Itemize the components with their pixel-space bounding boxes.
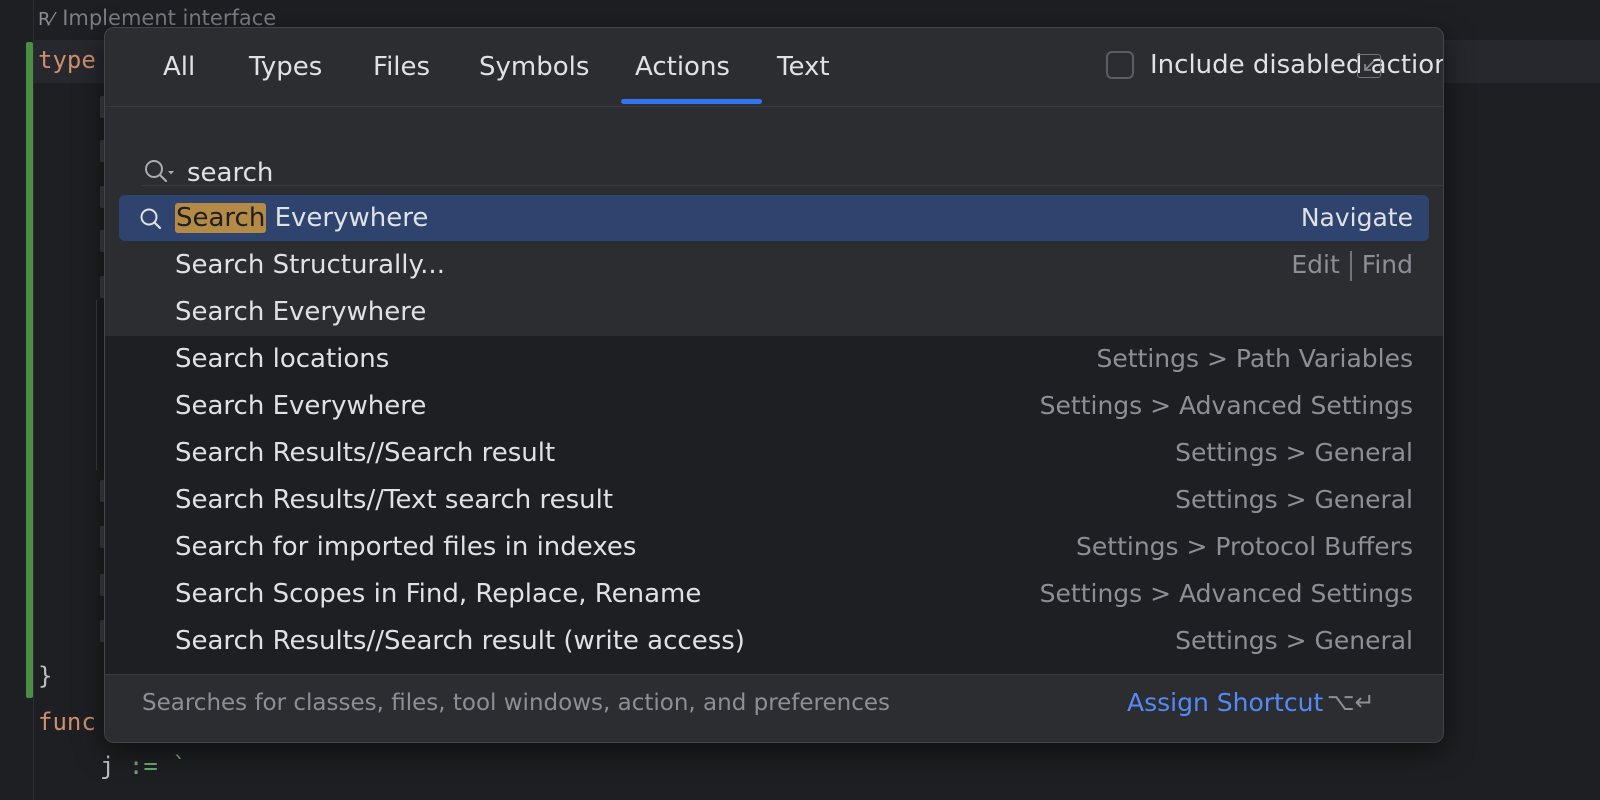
result-row[interactable]: Search Results//Text search result Setti… bbox=[119, 477, 1429, 523]
vcs-change-marker[interactable] bbox=[26, 42, 33, 698]
footer-hint: Searches for classes, files, tool window… bbox=[142, 690, 891, 716]
result-row[interactable]: Search Scopes in Find, Replace, Rename S… bbox=[119, 571, 1429, 617]
open-in-tool-window-button[interactable] bbox=[1357, 54, 1381, 78]
result-name: Search Results//Search result (write acc… bbox=[175, 626, 745, 656]
include-disabled-checkbox[interactable] bbox=[1106, 51, 1134, 79]
result-row[interactable]: Search Everywhere bbox=[119, 289, 1429, 335]
code-string: := ` bbox=[114, 752, 187, 780]
search-history-icon[interactable] bbox=[143, 158, 177, 186]
tab-bar: All Types Files Symbols Actions Text Inc… bbox=[105, 28, 1443, 107]
result-location-subgroup: Find bbox=[1361, 250, 1413, 279]
code-line: j := ` bbox=[100, 752, 187, 780]
gutter-divider bbox=[33, 0, 34, 800]
search-icon bbox=[140, 208, 162, 230]
tab-symbols[interactable]: Symbols bbox=[479, 28, 589, 106]
result-location: Settings > General bbox=[1175, 438, 1413, 467]
result-row[interactable]: Search Structurally... Edit Find bbox=[119, 242, 1429, 288]
shortcut-keys: ⌥↵ bbox=[1327, 688, 1375, 716]
result-location: Navigate bbox=[1300, 203, 1413, 232]
result-name: Search Structurally... bbox=[175, 250, 445, 280]
result-name: Search Everywhere bbox=[175, 391, 427, 421]
result-row-selected[interactable]: Search Everywhere Navigate bbox=[119, 195, 1429, 241]
result-location: Settings > Path Variables bbox=[1096, 344, 1414, 373]
code-closing-brace: } bbox=[38, 662, 53, 690]
result-row[interactable]: Search locations Settings > Path Variabl… bbox=[119, 336, 1429, 382]
popup-footer: Searches for classes, files, tool window… bbox=[105, 674, 1443, 742]
search-divider bbox=[142, 185, 1443, 186]
active-tab-indicator bbox=[621, 99, 762, 104]
include-disabled-label[interactable]: Include disabled actions bbox=[1150, 50, 1443, 80]
search-input[interactable] bbox=[187, 153, 1087, 193]
result-name: Search Results//Text search result bbox=[175, 485, 614, 515]
result-name: Search Results//Search result bbox=[175, 438, 556, 468]
search-row bbox=[105, 108, 1443, 193]
indent-guide bbox=[96, 300, 97, 470]
code-keyword: func bbox=[38, 708, 96, 736]
arrow-down-left-icon bbox=[1364, 60, 1375, 71]
tab-actions[interactable]: Actions bbox=[635, 28, 730, 106]
search-everywhere-popup: All Types Files Symbols Actions Text Inc… bbox=[104, 27, 1444, 743]
assign-shortcut-link[interactable]: Assign Shortcut bbox=[1127, 675, 1323, 742]
tab-types[interactable]: Types bbox=[249, 28, 322, 106]
result-name: Search Everywhere bbox=[175, 195, 428, 241]
result-location: Settings > Advanced Settings bbox=[1039, 579, 1413, 608]
tab-files[interactable]: Files bbox=[373, 28, 430, 106]
result-location: Settings > Protocol Buffers bbox=[1076, 532, 1413, 561]
separator bbox=[1349, 251, 1352, 281]
result-name-rest: Everywhere bbox=[266, 203, 429, 233]
result-location: Settings > Advanced Settings bbox=[1039, 391, 1413, 420]
code-identifier: j bbox=[100, 752, 115, 780]
result-name: Search locations bbox=[175, 344, 390, 374]
tab-text[interactable]: Text bbox=[777, 28, 830, 106]
result-name: Search for imported files in indexes bbox=[175, 532, 637, 562]
result-location: Settings > General bbox=[1175, 626, 1413, 655]
result-row[interactable]: Search for imported files in indexes Set… bbox=[119, 524, 1429, 570]
result-name: Search Everywhere bbox=[175, 297, 427, 327]
result-location-group: Edit bbox=[1291, 250, 1340, 279]
result-location: Edit Find bbox=[1291, 242, 1413, 288]
tab-all[interactable]: All bbox=[163, 28, 195, 106]
result-row[interactable]: Search Results//Search result (write acc… bbox=[119, 618, 1429, 664]
match-highlight: Search bbox=[175, 203, 267, 233]
result-row[interactable]: Search Everywhere Settings > Advanced Se… bbox=[119, 383, 1429, 429]
result-row[interactable]: Search Results//Search result Settings >… bbox=[119, 430, 1429, 476]
result-name: Search Scopes in Find, Replace, Rename bbox=[175, 579, 702, 609]
code-keyword: type bbox=[38, 46, 96, 74]
result-location: Settings > General bbox=[1175, 485, 1413, 514]
implement-icon: R⁄ bbox=[38, 9, 54, 30]
